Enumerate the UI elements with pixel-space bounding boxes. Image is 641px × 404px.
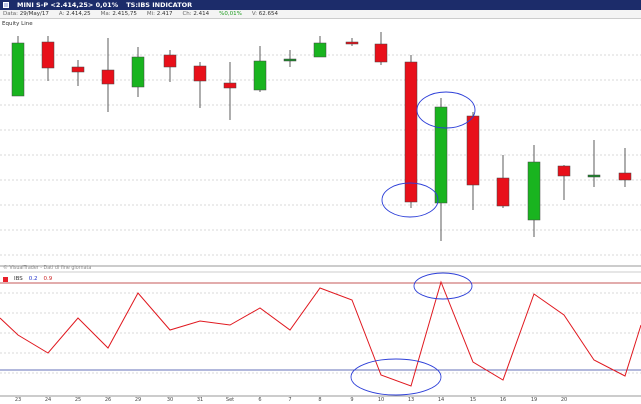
- candle-body: [618, 172, 632, 181]
- ibs-panel-header: IBS 0.2 0.9: [3, 276, 52, 282]
- x-tick-label: Set: [225, 397, 235, 403]
- candle-body: [131, 56, 145, 88]
- x-tick-label: 6: [258, 397, 262, 403]
- candle-body: [496, 177, 510, 207]
- candle-body: [313, 42, 327, 58]
- candle-body: [253, 60, 267, 91]
- x-tick-label: 9: [350, 397, 354, 403]
- candle-body: [587, 174, 601, 178]
- ibs-color-swatch: [3, 277, 8, 282]
- candle-body: [404, 61, 418, 203]
- x-tick-label: 26: [104, 397, 112, 403]
- candle-body: [527, 161, 541, 221]
- candle-body: [163, 54, 177, 68]
- x-tick-label: 25: [74, 397, 82, 403]
- price-chart-canvas[interactable]: [0, 0, 641, 404]
- candle-body: [71, 66, 85, 73]
- watermark: © VisualTrader - Dati di fine giornata: [3, 266, 92, 271]
- candle-body: [223, 82, 237, 89]
- candle-body: [466, 115, 480, 186]
- annotation-circle: [350, 358, 442, 396]
- x-tick-label: 29: [134, 397, 142, 403]
- x-tick-label: 14: [437, 397, 445, 403]
- x-tick-label: 23: [14, 397, 22, 403]
- candle-body: [434, 106, 448, 204]
- candle-body: [557, 165, 571, 177]
- x-tick-label: 16: [499, 397, 507, 403]
- candle-body: [345, 41, 359, 45]
- candle-body: [41, 41, 55, 69]
- ibs-name: IBS: [14, 276, 23, 282]
- x-tick-label: 30: [166, 397, 174, 403]
- x-tick-label: 10: [377, 397, 385, 403]
- x-tick-label: 8: [318, 397, 322, 403]
- candle-body: [283, 58, 297, 62]
- x-tick-label: 7: [288, 397, 292, 403]
- x-tick-label: 31: [196, 397, 204, 403]
- x-tick-label: 15: [469, 397, 477, 403]
- ibs-level-high: 0.9: [43, 276, 53, 282]
- ibs-level-low: 0.2: [28, 276, 38, 282]
- x-tick-label: 24: [44, 397, 52, 403]
- candle-body: [374, 43, 388, 63]
- candle-body: [11, 42, 25, 97]
- candle-body: [101, 69, 115, 85]
- candle-body: [193, 65, 207, 82]
- x-tick-label: 19: [530, 397, 538, 403]
- x-tick-label: 20: [560, 397, 568, 403]
- x-tick-label: 13: [407, 397, 415, 403]
